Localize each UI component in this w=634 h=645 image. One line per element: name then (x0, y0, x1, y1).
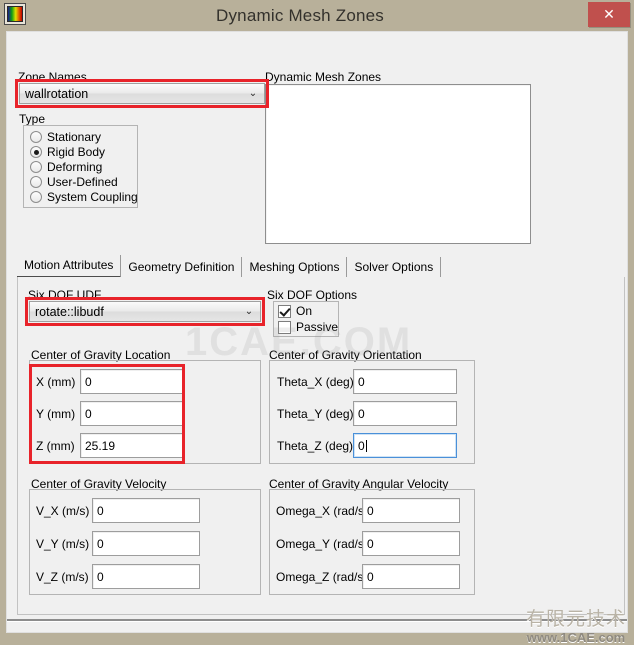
checkbox-on[interactable]: On (278, 304, 312, 318)
field-cg-z: Z (mm) 25.19 (36, 433, 184, 458)
radio-deforming[interactable]: Deforming (30, 160, 102, 174)
vy-input[interactable]: 0 (92, 531, 200, 556)
field-theta-y: Theta_Y (deg) 0 (277, 401, 457, 426)
omega-z-input[interactable]: 0 (362, 564, 460, 589)
radio-label: System Coupling (47, 190, 138, 204)
field-omega-x: Omega_X (rad/s) 0 (276, 498, 460, 523)
radio-icon (30, 131, 42, 143)
tab-geometry-definition[interactable]: Geometry Definition (121, 257, 243, 278)
six-dof-udf-label: Six DOF UDF (28, 288, 102, 302)
vz-input[interactable]: 0 (92, 564, 200, 589)
field-omega-z: Omega_Z (rad/s) 0 (276, 564, 460, 589)
field-label: V_Z (m/s) (36, 569, 89, 584)
checkbox-label: Passive (296, 320, 339, 334)
radio-icon (30, 191, 42, 203)
tab-motion-attributes[interactable]: Motion Attributes (17, 255, 122, 278)
six-dof-udf-combo[interactable]: rotate::libudf ⌄ (29, 301, 261, 322)
radio-user-defined[interactable]: User-Defined (30, 175, 118, 189)
field-cg-y: Y (mm) 0 (36, 401, 184, 426)
type-group-label: Type (19, 112, 46, 126)
page-title: Dynamic Mesh Zones (216, 5, 384, 25)
radio-icon (30, 161, 42, 173)
six-dof-options-label: Six DOF Options (267, 288, 358, 302)
button-bar: Create Draw Delete All Delete Close Help (7, 628, 627, 632)
radio-label: User-Defined (47, 175, 118, 189)
field-label: Theta_Z (deg) (277, 438, 354, 453)
field-label: Theta_X (deg) (277, 374, 354, 389)
radio-label: Stationary (47, 130, 102, 144)
zone-names-combo[interactable]: wallrotation ⌄ (19, 83, 265, 104)
dynamic-mesh-zones-label: Dynamic Mesh Zones (265, 70, 382, 84)
dialog-window: Dynamic Mesh Zones ✕ 1CAE.COM Zone Names… (0, 0, 634, 645)
fluent-app-icon (4, 3, 26, 25)
theta-z-input[interactable]: 0 (353, 433, 457, 458)
radio-stationary[interactable]: Stationary (30, 130, 101, 144)
field-vz: V_Z (m/s) 0 (36, 564, 200, 589)
tab-meshing-options[interactable]: Meshing Options (242, 257, 348, 278)
dialog-client-area: 1CAE.COM Zone Names wallrotation ⌄ Dynam… (6, 31, 628, 633)
field-vx: V_X (m/s) 0 (36, 498, 200, 523)
chevron-down-icon: ⌄ (248, 88, 258, 99)
radio-rigid-body[interactable]: Rigid Body (30, 145, 105, 159)
field-label: X (mm) (36, 374, 76, 389)
radio-icon (30, 176, 42, 188)
omega-y-input[interactable]: 0 (362, 531, 460, 556)
checkbox-icon (278, 320, 291, 334)
fluent-icon-glyph (7, 6, 23, 22)
tab-strip: Motion Attributes Geometry Definition Me… (17, 255, 625, 278)
field-cg-x: X (mm) 0 (36, 369, 184, 394)
theta-z-value: 0 (358, 438, 365, 453)
checkbox-icon (278, 304, 291, 318)
checkbox-label: On (296, 304, 313, 318)
close-icon[interactable]: ✕ (588, 2, 630, 27)
text-caret (365, 439, 367, 452)
field-vy: V_Y (m/s) 0 (36, 531, 200, 556)
radio-label: Deforming (47, 160, 103, 174)
radio-icon (30, 146, 42, 158)
tab-solver-options[interactable]: Solver Options (347, 257, 442, 278)
theta-y-input[interactable]: 0 (353, 401, 457, 426)
field-label: Omega_Y (rad/s) (276, 536, 368, 551)
dynamic-mesh-zones-list[interactable] (265, 84, 531, 244)
checkbox-passive[interactable]: Passive (278, 320, 338, 334)
six-dof-udf-value: rotate::libudf (35, 304, 104, 319)
chevron-down-icon: ⌄ (244, 306, 254, 317)
cg-z-input[interactable]: 25.19 (80, 433, 184, 458)
field-label: Y (mm) (36, 406, 76, 421)
field-omega-y: Omega_Y (rad/s) 0 (276, 531, 460, 556)
field-label: Theta_Y (deg) (277, 406, 354, 421)
field-label: V_Y (m/s) (36, 536, 90, 551)
field-theta-x: Theta_X (deg) 0 (277, 369, 457, 394)
field-label: Omega_X (rad/s) (276, 503, 369, 518)
zone-names-value: wallrotation (25, 86, 89, 101)
cg-x-input[interactable]: 0 (80, 369, 184, 394)
omega-x-input[interactable]: 0 (362, 498, 460, 523)
field-label: V_X (m/s) (36, 503, 90, 518)
field-label: Z (mm) (36, 438, 75, 453)
title-bar: Dynamic Mesh Zones ✕ (4, 0, 630, 31)
vx-input[interactable]: 0 (92, 498, 200, 523)
cg-y-input[interactable]: 0 (80, 401, 184, 426)
radio-label: Rigid Body (47, 145, 106, 159)
field-theta-z: Theta_Z (deg) 0 (277, 433, 457, 458)
theta-x-input[interactable]: 0 (353, 369, 457, 394)
zone-names-label: Zone Names (18, 70, 87, 84)
field-label: Omega_Z (rad/s) (276, 569, 368, 584)
divider (7, 619, 627, 622)
radio-system-coupling[interactable]: System Coupling (30, 190, 138, 204)
